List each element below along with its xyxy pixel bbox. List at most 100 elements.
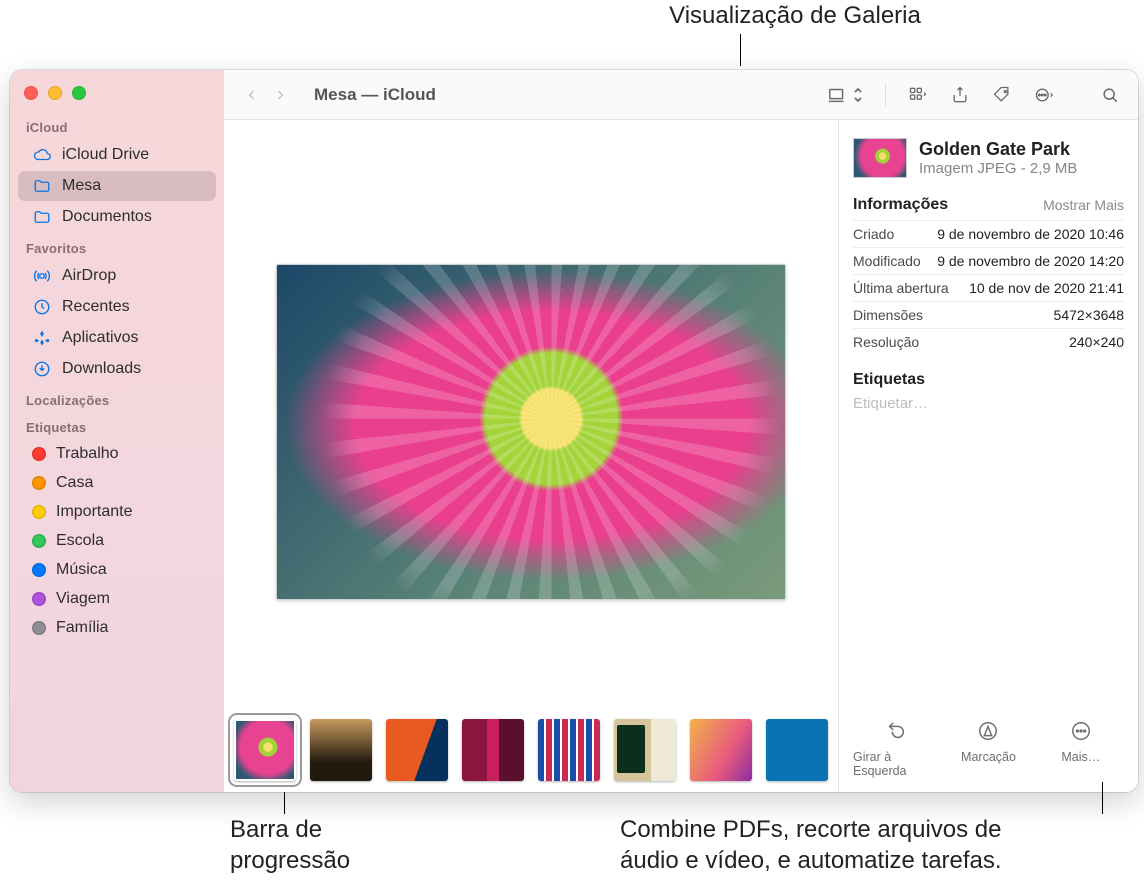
nav-buttons <box>238 81 294 109</box>
window-title: Mesa — iCloud <box>314 85 436 105</box>
action-menu-button[interactable] <box>1026 80 1062 110</box>
folder-icon <box>32 207 52 227</box>
close-button[interactable] <box>24 86 38 100</box>
info-row-modified: Modificado 9 de novembro de 2020 14:20 <box>853 247 1124 274</box>
thumbnail-5[interactable] <box>538 719 600 781</box>
sidebar-item-recentes[interactable]: Recentes <box>18 292 216 322</box>
thumbnail-3[interactable] <box>386 719 448 781</box>
file-subtitle: Imagem JPEG - 2,9 MB <box>919 160 1077 177</box>
tag-dot-icon <box>32 621 46 635</box>
sidebar-item-label: Escola <box>56 532 104 550</box>
thumbnail-6[interactable] <box>614 719 676 781</box>
callout-text: progressão <box>230 845 350 876</box>
sidebar: iCloud iCloud Drive Mesa Documentos Favo… <box>10 70 224 792</box>
callout-text: Barra de <box>230 814 350 845</box>
search-button[interactable] <box>1092 80 1128 110</box>
info-value: 240×240 <box>1069 334 1124 350</box>
thumbnail-4[interactable] <box>462 719 524 781</box>
zoom-button[interactable] <box>72 86 86 100</box>
sidebar-item-label: Recentes <box>62 298 130 316</box>
info-key: Criado <box>853 226 894 242</box>
sidebar-item-label: Trabalho <box>56 445 119 463</box>
view-switcher[interactable] <box>821 80 871 110</box>
preview-image[interactable] <box>276 264 786 600</box>
callout-text: Combine PDFs, recorte arquivos de <box>620 814 1140 845</box>
thumbnail-2[interactable] <box>310 719 372 781</box>
markup-button[interactable]: Marcação <box>945 714 1031 782</box>
sidebar-item-downloads[interactable]: Downloads <box>18 354 216 384</box>
minimize-button[interactable] <box>48 86 62 100</box>
share-button[interactable] <box>942 80 978 110</box>
tag-dot-icon <box>32 592 46 606</box>
callout-text: Visualização de Galeria <box>669 2 921 29</box>
info-value: 5472×3648 <box>1054 307 1124 323</box>
qa-label: Marcação <box>961 750 1016 764</box>
sidebar-tag-viagem[interactable]: Viagem <box>18 585 216 613</box>
markup-icon <box>975 718 1001 744</box>
large-preview <box>224 120 838 714</box>
sidebar-item-label: Música <box>56 561 107 579</box>
tags-section-title: Etiquetas <box>853 371 1124 389</box>
info-key: Dimensões <box>853 307 923 323</box>
cloud-icon <box>32 145 52 165</box>
info-pane: Golden Gate Park Imagem JPEG - 2,9 MB In… <box>838 120 1138 792</box>
main-area: Mesa — iCloud <box>224 70 1138 792</box>
sidebar-item-label: Documentos <box>62 208 152 226</box>
callout-text: áudio e vídeo, e automatize tarefas. <box>620 845 1140 876</box>
sidebar-tag-trabalho[interactable]: Trabalho <box>18 440 216 468</box>
callout-gallery-view: Visualização de Galeria <box>585 2 1005 66</box>
more-icon <box>1068 718 1094 744</box>
rotate-left-button[interactable]: Girar à Esquerda <box>853 714 939 782</box>
sidebar-item-label: Importante <box>56 503 132 521</box>
info-section-header: Informações Mostrar Mais <box>853 196 1124 214</box>
sidebar-section-tags: Etiquetas <box>10 412 224 439</box>
thumbnail-8[interactable] <box>766 719 828 781</box>
show-more-link[interactable]: Mostrar Mais <box>1043 197 1124 213</box>
quick-actions: Girar à Esquerda Marcação Mais… <box>853 704 1124 782</box>
preview-pane <box>224 120 838 792</box>
thumbnail-1[interactable] <box>234 719 296 781</box>
info-row-resolution: Resolução 240×240 <box>853 328 1124 355</box>
tag-dot-icon <box>32 563 46 577</box>
sidebar-item-label: AirDrop <box>62 267 116 285</box>
info-key: Última abertura <box>853 280 949 296</box>
tags-button[interactable] <box>984 80 1020 110</box>
info-value: 9 de novembro de 2020 10:46 <box>937 226 1124 242</box>
sidebar-tag-importante[interactable]: Importante <box>18 498 216 526</box>
sidebar-section-locations: Localizações <box>10 385 224 412</box>
sidebar-item-icloud-drive[interactable]: iCloud Drive <box>18 140 216 170</box>
more-actions-button[interactable]: Mais… <box>1038 714 1124 782</box>
sidebar-item-aplicativos[interactable]: Aplicativos <box>18 323 216 353</box>
sidebar-item-label: Casa <box>56 474 93 492</box>
sidebar-tag-musica[interactable]: Música <box>18 556 216 584</box>
sidebar-item-mesa[interactable]: Mesa <box>18 171 216 201</box>
tag-dot-icon <box>32 505 46 519</box>
sidebar-item-airdrop[interactable]: AirDrop <box>18 261 216 291</box>
sidebar-section-favorites: Favoritos <box>10 233 224 260</box>
sidebar-item-documentos[interactable]: Documentos <box>18 202 216 232</box>
info-row-created: Criado 9 de novembro de 2020 10:46 <box>853 220 1124 247</box>
info-row-last-opened: Última abertura 10 de nov de 2020 21:41 <box>853 274 1124 301</box>
info-value: 9 de novembro de 2020 14:20 <box>937 253 1124 269</box>
tags-input[interactable]: Etiquetar… <box>853 395 1124 412</box>
back-button[interactable] <box>238 81 266 109</box>
callout-leader-line <box>284 792 285 814</box>
thumbnail-7[interactable] <box>690 719 752 781</box>
download-icon <box>32 359 52 379</box>
sidebar-tag-escola[interactable]: Escola <box>18 527 216 555</box>
tag-dot-icon <box>32 476 46 490</box>
file-title: Golden Gate Park <box>919 139 1077 160</box>
window-controls <box>10 76 224 112</box>
sidebar-tag-familia[interactable]: Família <box>18 614 216 642</box>
tag-dot-icon <box>32 447 46 461</box>
tag-dot-icon <box>32 534 46 548</box>
info-header: Golden Gate Park Imagem JPEG - 2,9 MB <box>853 138 1124 178</box>
forward-button[interactable] <box>266 81 294 109</box>
finder-window: iCloud iCloud Drive Mesa Documentos Favo… <box>10 70 1138 792</box>
info-key: Resolução <box>853 334 919 350</box>
group-button[interactable] <box>900 80 936 110</box>
sidebar-tag-casa[interactable]: Casa <box>18 469 216 497</box>
info-section-title: Informações <box>853 196 948 214</box>
toolbar: Mesa — iCloud <box>224 70 1138 120</box>
info-value: 10 de nov de 2020 21:41 <box>969 280 1124 296</box>
